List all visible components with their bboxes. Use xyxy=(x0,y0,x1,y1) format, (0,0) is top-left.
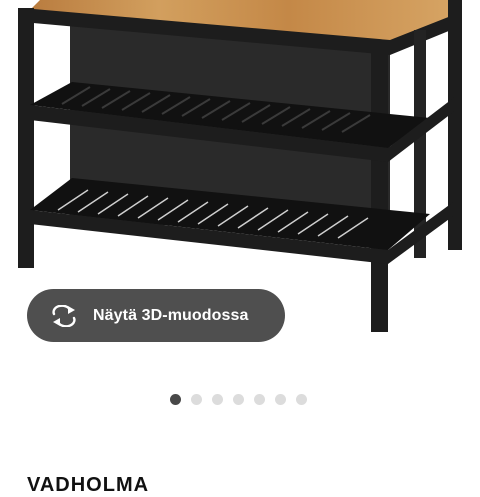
view-3d-label: Näytä 3D-muodossa xyxy=(93,306,249,324)
carousel-dot[interactable] xyxy=(212,393,223,405)
rotate-arrows-icon xyxy=(49,304,79,327)
carousel-dot[interactable] xyxy=(254,393,265,405)
view-3d-button[interactable]: Näytä 3D-muodossa xyxy=(27,289,285,342)
carousel-dot[interactable] xyxy=(296,393,307,405)
product-name: VADHOLMA xyxy=(27,474,150,496)
carousel-dot[interactable] xyxy=(191,393,202,405)
carousel-dot[interactable] xyxy=(233,393,244,405)
carousel-dots xyxy=(170,393,307,405)
carousel-dot[interactable] xyxy=(170,393,181,405)
carousel-dot[interactable] xyxy=(275,393,286,405)
